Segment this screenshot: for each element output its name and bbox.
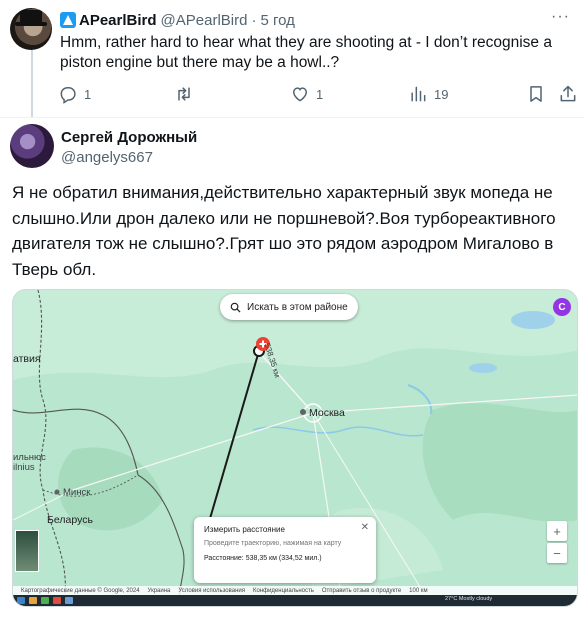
attribution-terms[interactable]: Условия использования [178,588,245,594]
like-button[interactable]: 1 [290,82,323,106]
map-attribution-bar: Картографические данные © Google, 2024 У… [13,586,577,595]
attached-map-image[interactable]: Искать в этом районе C 538,35 км Москва … [12,289,578,607]
share-icon [560,85,576,102]
reply-tweet[interactable]: APearlBird @APearlBird · 5 год ··· Hmm, … [0,0,584,117]
measure-distance-panel: Измерить расстояние Проведите траекторию… [194,517,376,583]
display-name[interactable]: Сергей Дорожный [61,129,197,146]
city-label-minsk[interactable]: Минск [63,487,90,498]
heart-icon [292,87,308,102]
measure-hint: Проведите траекторию, нажимая на карту [204,540,342,547]
city-label-vilnius-latin: ilnius [13,462,35,473]
avatar[interactable] [10,124,54,168]
country-label-latvia: атвия [13,353,41,365]
attribution-privacy[interactable]: Конфиденциальность [253,588,314,594]
hat-brim-shape [15,22,47,26]
views-chart-icon [411,86,426,102]
reply-button[interactable]: 1 [58,82,91,106]
search-icon [230,302,241,313]
avatar[interactable] [10,8,52,50]
views-button[interactable]: 19 [408,82,448,106]
search-this-area-button[interactable]: Искать в этом районе [220,294,358,320]
separator-dot: · [251,11,257,29]
tweet-divider [0,117,584,118]
zoom-in-button[interactable]: + [547,521,567,541]
tweet-text: Hmm, rather hard to hear what they are s… [60,34,552,71]
account-avatar[interactable]: C [553,298,571,316]
zoom-out-button[interactable]: − [547,543,567,563]
browser-icon [65,597,73,604]
timestamp[interactable]: 5 год [260,12,294,29]
action-bar: 1 1 19 [54,82,576,106]
share-button[interactable] [558,82,584,106]
reply-header: APearlBird @APearlBird · 5 год [60,10,295,30]
close-icon[interactable]: ✕ [361,522,369,533]
display-name[interactable]: APearlBird [79,12,157,29]
attribution-region[interactable]: Украина [148,588,171,594]
bookmark-button[interactable] [526,82,552,106]
attribution-copyright: Картографические данные © Google, 2024 [21,587,140,594]
attribution-feedback[interactable]: Отправить отзыв о продукте [322,588,401,594]
weather-readout: 27°C Mostly cloudy [445,596,493,602]
country-label-belarus: Беларусь [47,514,93,526]
repost-button[interactable] [174,82,200,106]
views-count: 19 [434,86,449,102]
user-handle[interactable]: @APearlBird [161,12,248,29]
more-options-icon[interactable]: ··· [551,8,570,26]
city-label-moscow[interactable]: Москва [309,407,345,419]
reply-count: 1 [84,86,92,102]
like-count: 1 [316,86,324,102]
scale-bar: 100 км [409,587,428,594]
thread-connector [31,48,33,117]
street-view-thumbnail[interactable] [15,530,39,572]
app-icon [41,597,49,604]
bookmark-icon [530,86,542,102]
search-this-area-label: Искать в этом районе [247,301,348,313]
folder-icon [29,597,37,604]
reply-icon [60,87,76,104]
app-icon [53,597,61,604]
repost-icon [178,87,190,101]
measure-title: Измерить расстояние [204,525,285,534]
user-handle[interactable]: @angelys667 [61,149,153,166]
measure-distance-value: Расстояние: 538,35 км (334,52 мил.) [204,555,322,562]
os-taskbar: 27°C Mostly cloudy [13,595,577,606]
start-icon [17,597,25,604]
tweet-text: Я не обратил внимания,действительно хара… [12,183,556,279]
triangle-emoji-icon [60,12,76,28]
